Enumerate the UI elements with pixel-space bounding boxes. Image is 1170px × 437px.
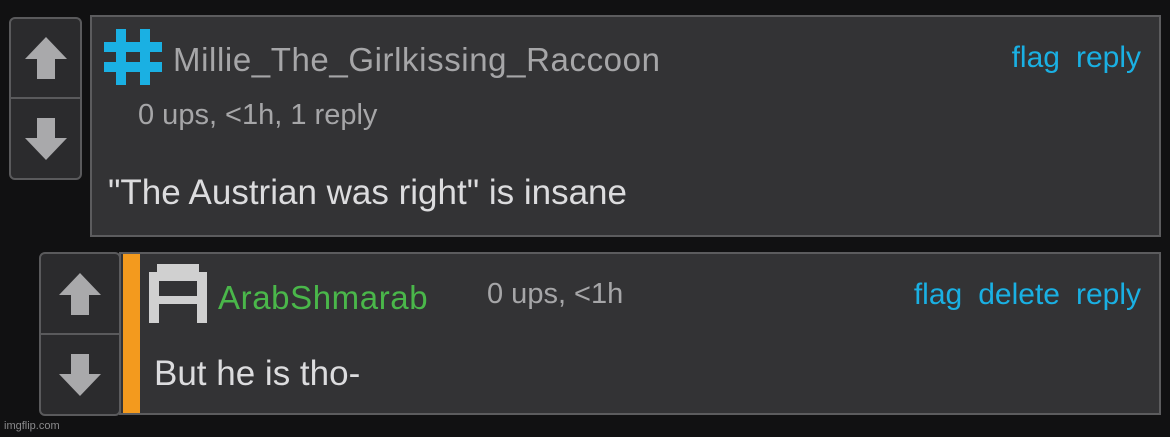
downvote-button[interactable]	[11, 99, 80, 178]
downvote-button[interactable]	[41, 335, 119, 414]
comment-text: But he is tho-	[154, 354, 361, 393]
reply-link[interactable]: reply	[1076, 278, 1141, 312]
watermark: imgflip.com	[4, 420, 60, 432]
up-arrow-icon	[59, 272, 101, 315]
comment: Millie_The_Girlkissing_Raccoon flag repl…	[90, 15, 1161, 237]
comment-actions: flag delete reply	[914, 278, 1141, 312]
reply-comment: ArabShmarab 0 ups, <1h flag delete reply…	[119, 252, 1161, 415]
flag-link[interactable]: flag	[914, 278, 962, 312]
comment-actions: flag reply	[1012, 41, 1141, 75]
down-arrow-icon	[59, 353, 101, 396]
username[interactable]: Millie_The_Girlkissing_Raccoon	[173, 41, 661, 79]
hashtag-icon	[104, 29, 162, 85]
upvote-button[interactable]	[11, 19, 80, 97]
up-arrow-icon	[24, 37, 67, 79]
reply-accent-bar	[123, 254, 140, 413]
comment-text: "The Austrian was right" is insane	[108, 173, 627, 212]
comment-meta: 0 ups, <1h, 1 reply	[138, 99, 378, 131]
reply-link[interactable]: reply	[1076, 41, 1141, 75]
comment-thread: Millie_The_Girlkissing_Raccoon flag repl…	[0, 0, 1170, 437]
down-arrow-icon	[24, 117, 67, 160]
vote-column	[39, 252, 121, 416]
upvote-button[interactable]	[41, 254, 119, 333]
pixel-arch-avatar-icon	[149, 264, 207, 323]
vote-column	[9, 17, 82, 180]
username[interactable]: ArabShmarab	[218, 279, 428, 317]
flag-link[interactable]: flag	[1012, 41, 1060, 75]
delete-link[interactable]: delete	[978, 278, 1060, 312]
comment-meta: 0 ups, <1h	[487, 278, 624, 310]
